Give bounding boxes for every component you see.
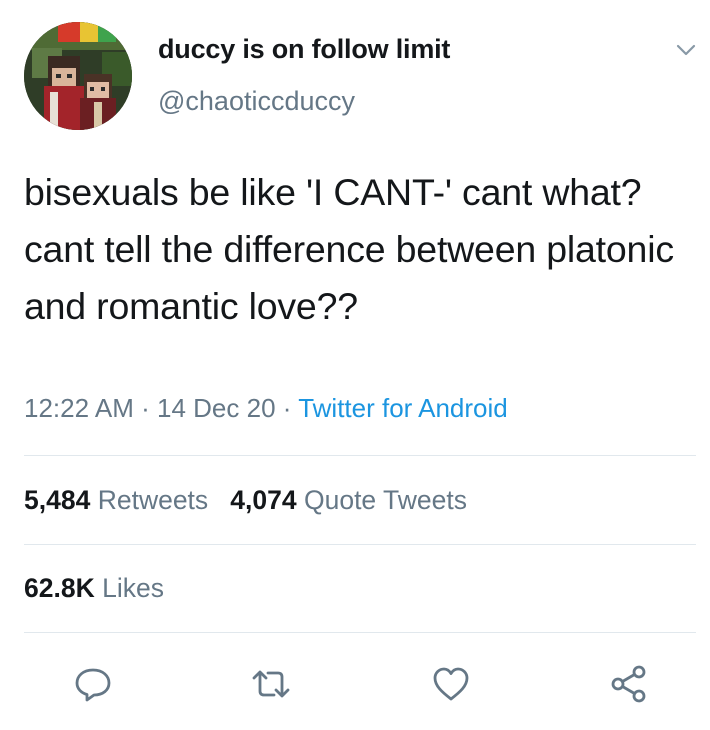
retweets-label: Retweets (97, 485, 209, 515)
share-icon[interactable] (608, 663, 650, 705)
tweet-actions-bar (0, 655, 710, 715)
likes-stat[interactable]: 62.8K Likes (24, 573, 164, 604)
quote-tweets-stat[interactable]: 4,074 Quote Tweets (230, 485, 467, 515)
meta-separator: · (282, 393, 292, 423)
avatar[interactable] (24, 22, 132, 130)
quote-tweets-label: Quote Tweets (303, 485, 468, 515)
divider (24, 544, 696, 545)
tweet-meta: 12:22 AM · 14 Dec 20 · Twitter for Andro… (24, 393, 508, 424)
retweets-stat[interactable]: 5,484 Retweets (24, 485, 216, 515)
reply-icon[interactable] (72, 663, 114, 705)
likes-label: Likes (102, 573, 164, 603)
divider (24, 455, 696, 456)
username-handle[interactable]: @chaoticcduccy (158, 86, 355, 117)
display-name[interactable]: duccy is on follow limit (158, 34, 450, 65)
tweet-text: bisexuals be like 'I CANT-' cant what? c… (24, 171, 674, 327)
retweets-count: 5,484 (24, 485, 91, 515)
tweet-date: 14 Dec 20 (157, 393, 276, 423)
engagement-counts: 5,484 Retweets 4,074 Quote Tweets (24, 485, 467, 516)
tweet-source-link[interactable]: Twitter for Android (298, 393, 508, 423)
meta-separator: · (141, 393, 150, 423)
heart-icon[interactable] (430, 663, 472, 705)
retweet-icon[interactable] (250, 663, 292, 705)
tweet-time: 12:22 AM (24, 393, 134, 423)
likes-count: 62.8K (24, 573, 95, 603)
quote-tweets-count: 4,074 (230, 485, 297, 515)
divider (24, 632, 696, 633)
chevron-down-icon[interactable] (675, 42, 697, 58)
